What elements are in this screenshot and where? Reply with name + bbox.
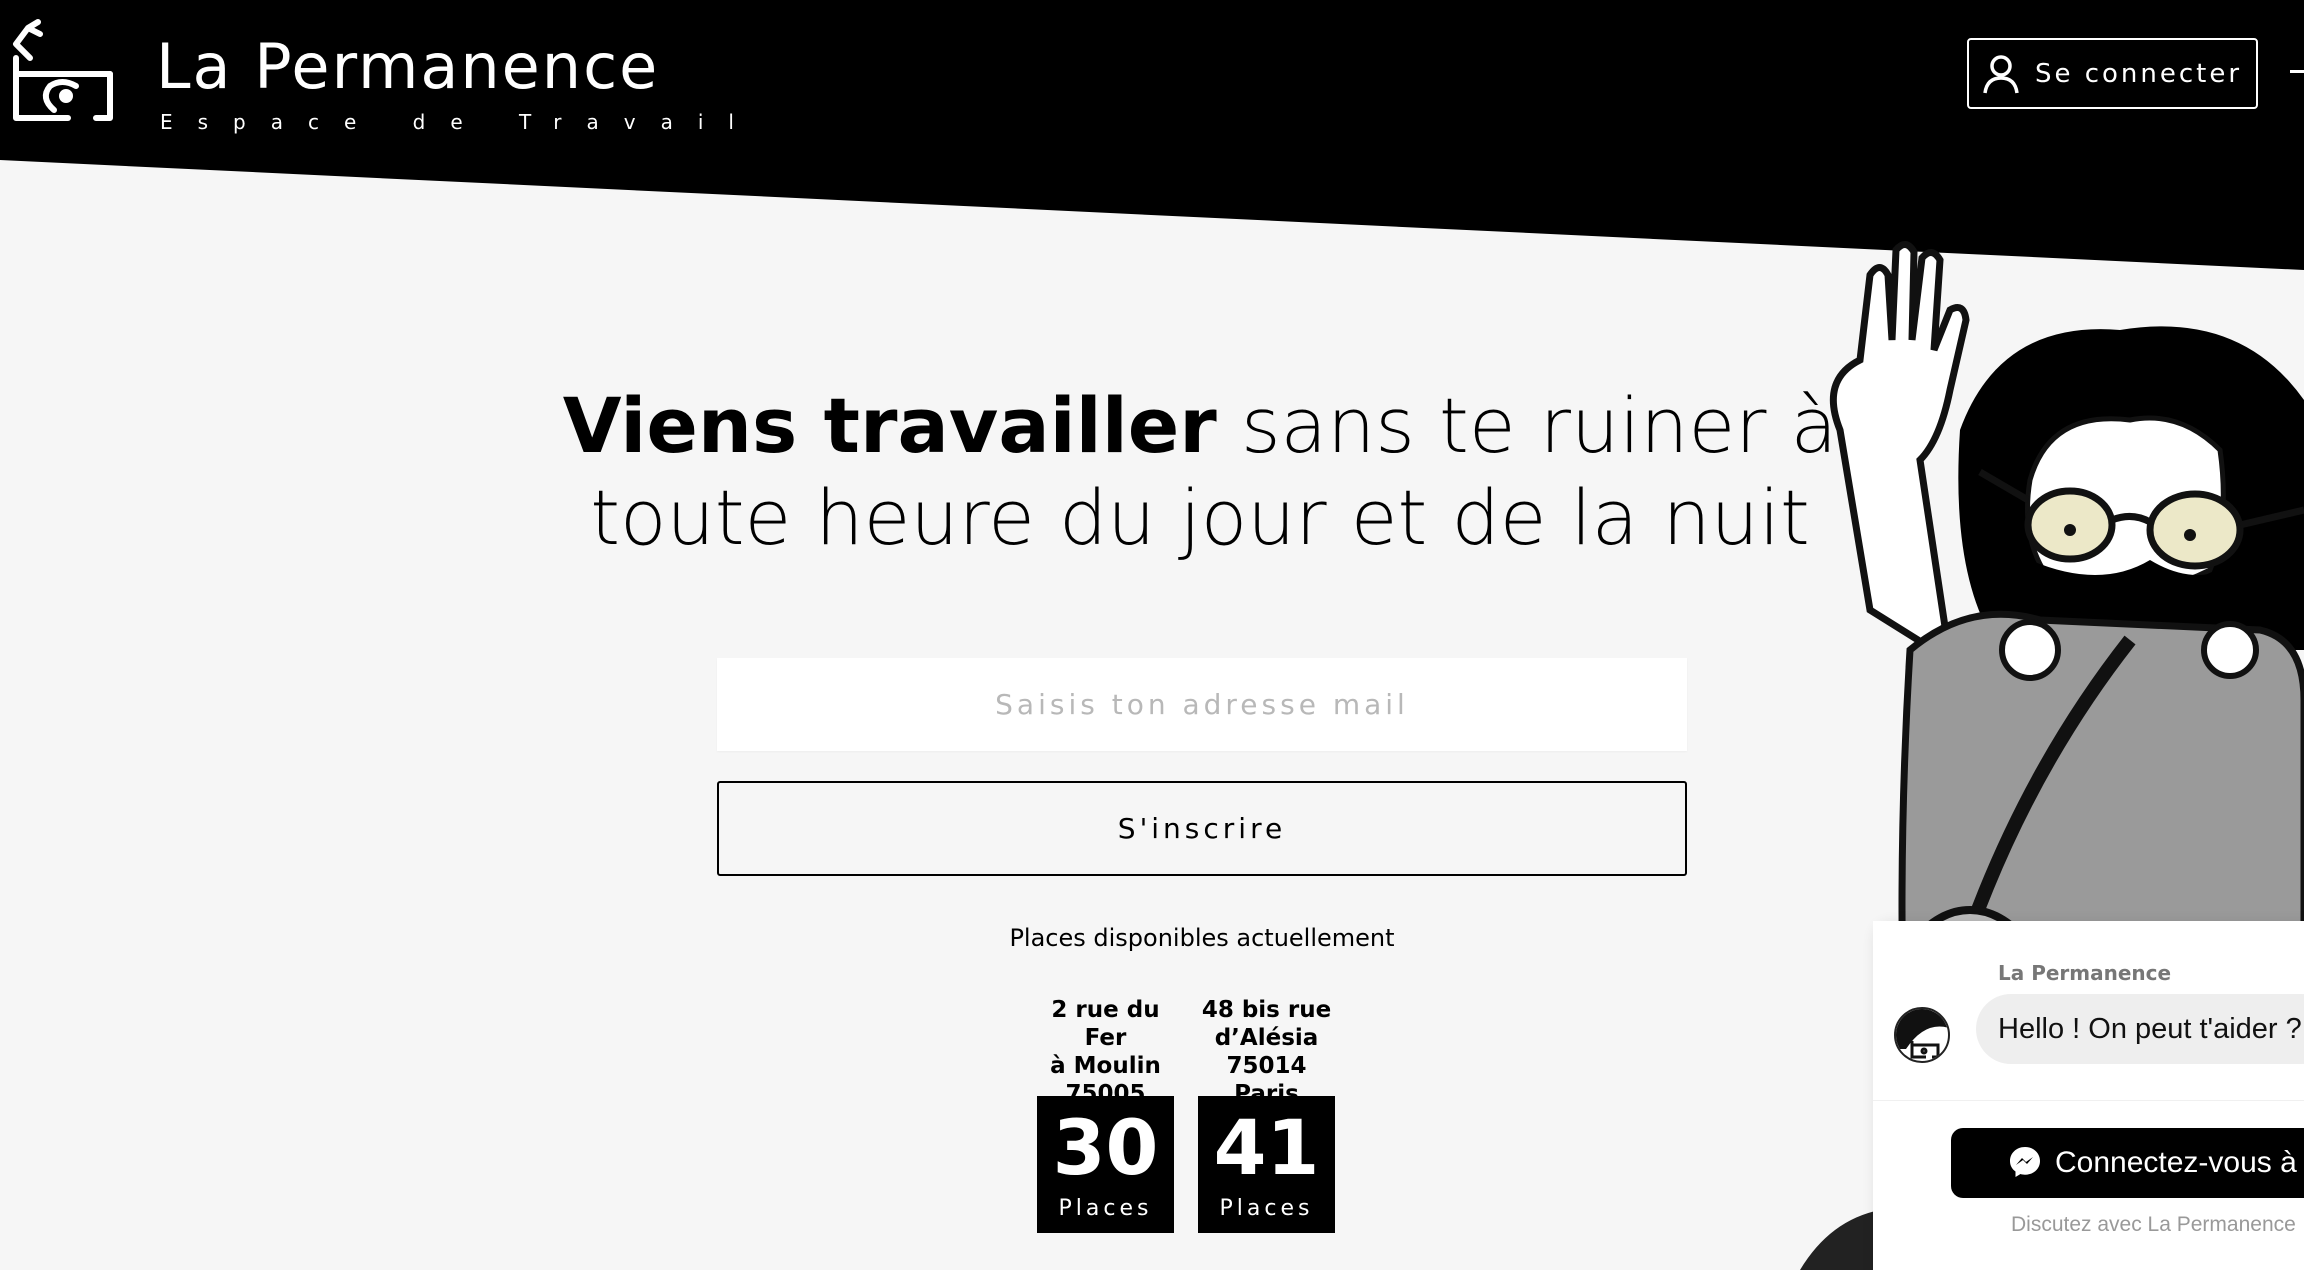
locations-list: 2 rue du Fer à Moulin 75005 Paris 30 Pla…	[1037, 996, 1335, 1233]
messenger-icon	[2010, 1147, 2040, 1177]
chat-message-text: Hello ! On peut t'aider ?	[1998, 1012, 2302, 1045]
location-unit: Places	[1219, 1196, 1314, 1221]
location-count: 30	[1052, 1103, 1159, 1192]
location-address: 2 rue du Fer à Moulin 75005 Paris	[1050, 997, 1161, 1135]
signup-label: S'inscrire	[1117, 812, 1287, 845]
messenger-connect-label: Connectez-vous à Messenger	[2055, 1146, 2304, 1179]
login-label: Se connecter	[2034, 58, 2243, 89]
chat-sender-name: La Permanence	[1998, 961, 2172, 985]
chat-avatar	[1894, 1007, 1950, 1063]
desk-lamp-logo-icon	[13, 19, 113, 121]
location-card: 48 bis rue d’Alésia 75014 Paris 41 Place…	[1198, 996, 1335, 1233]
location-unit: Places	[1058, 1196, 1153, 1221]
signup-button[interactable]: S'inscrire	[717, 781, 1687, 876]
location-count-box: 41 Places	[1198, 1096, 1335, 1233]
location-card: 2 rue du Fer à Moulin 75005 Paris 30 Pla…	[1037, 996, 1174, 1233]
user-icon	[1983, 54, 2019, 93]
chat-widget[interactable]: La Permanence Hello ! On peut t'aider ? …	[1873, 921, 2304, 1270]
hero-title: Viens travailler sans te ruiner à toute …	[560, 380, 1840, 564]
brand-name: La Permanence	[156, 30, 660, 103]
brand-logo[interactable]: La Permanence Espace de Travail	[10, 18, 759, 134]
location-count: 41	[1213, 1103, 1320, 1192]
login-button[interactable]: Se connecter	[1967, 38, 2258, 109]
availability-title: Places disponibles actuellement	[1009, 924, 1395, 952]
email-input[interactable]	[717, 658, 1687, 751]
chat-message-bubble: Hello ! On peut t'aider ?	[1976, 994, 2304, 1064]
location-count-box: 30 Places	[1037, 1096, 1174, 1233]
hero-title-bold: Viens travailler	[562, 381, 1217, 470]
chat-footer-text: Discutez avec La Permanence	[2011, 1213, 2296, 1236]
brand-tagline: Espace de Travail	[160, 110, 759, 134]
location-address: 48 bis rue d’Alésia 75014 Paris	[1201, 997, 1332, 1107]
menu-edge-indicator	[2290, 70, 2304, 73]
messenger-connect-button[interactable]: Connectez-vous à Messenger	[1951, 1128, 2304, 1198]
